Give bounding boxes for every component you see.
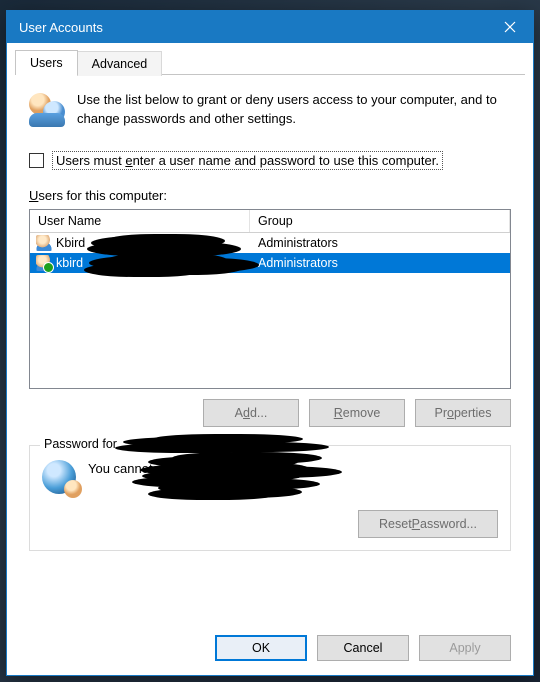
table-row[interactable]: Kbird Administrators (30, 233, 510, 253)
intro-row: Use the list below to grant or deny user… (29, 91, 511, 129)
intro-text: Use the list below to grant or deny user… (77, 91, 511, 129)
table-row[interactable]: kbird Administrators (30, 253, 510, 273)
col-header-user[interactable]: User Name (30, 210, 250, 232)
redaction (123, 437, 283, 451)
remove-button[interactable]: Remove (309, 399, 405, 427)
require-login-checkbox[interactable] (29, 153, 44, 168)
user-name-cell: kbird (56, 256, 83, 270)
col-header-group[interactable]: Group (250, 210, 510, 232)
tab-users-page: Use the list below to grant or deny user… (7, 75, 533, 617)
require-login-row: Users must enter a user name and passwor… (29, 151, 511, 170)
user-icon (36, 255, 52, 271)
user-icon (36, 235, 52, 251)
cancel-button[interactable]: Cancel (317, 635, 409, 661)
require-login-label[interactable]: Users must enter a user name and passwor… (52, 151, 443, 170)
users-list-label: Users for this computer: (29, 188, 511, 203)
grid-buttons: Add... Remove Properties (29, 399, 511, 427)
apply-button[interactable]: Apply (419, 635, 511, 661)
window-title: User Accounts (19, 20, 103, 35)
close-icon (504, 21, 516, 33)
globe-user-icon (42, 460, 76, 494)
tabstrip: Users Advanced (7, 43, 533, 74)
properties-button[interactable]: Properties (415, 399, 511, 427)
redaction (89, 256, 209, 270)
users-icon (29, 91, 65, 127)
user-group-cell: Administrators (250, 256, 510, 270)
tab-advanced[interactable]: Advanced (77, 51, 163, 76)
grid-header: User Name Group (30, 210, 510, 233)
reset-password-button[interactable]: Reset Password... (358, 510, 498, 538)
user-name-cell: Kbird (56, 236, 85, 250)
password-text: You cannot change the password for (88, 460, 299, 496)
users-grid[interactable]: User Name Group Kbird Administrators kbi… (29, 209, 511, 389)
password-groupbox: Password for You cannot change the passw… (29, 445, 511, 551)
titlebar[interactable]: User Accounts (7, 11, 533, 43)
redaction (91, 236, 211, 250)
tab-users[interactable]: Users (15, 50, 78, 75)
add-button[interactable]: Add... (203, 399, 299, 427)
dialog-footer: OK Cancel Apply (7, 617, 533, 675)
ok-button[interactable]: OK (215, 635, 307, 661)
close-button[interactable] (487, 11, 533, 43)
user-accounts-window: User Accounts Users Advanced Use the lis… (6, 10, 534, 676)
user-group-cell: Administrators (250, 236, 510, 250)
groupbox-legend: Password for (40, 437, 287, 451)
